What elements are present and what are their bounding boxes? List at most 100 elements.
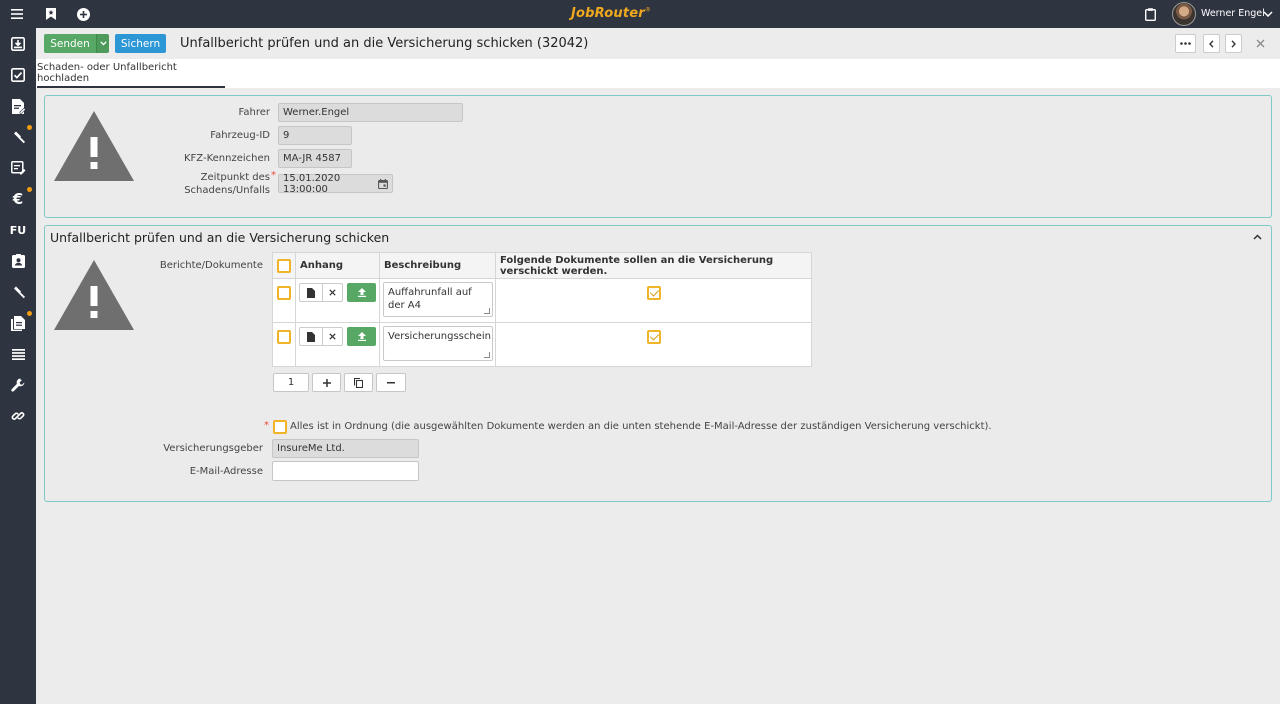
insurer-field[interactable]: InsureMe Ltd.: [272, 439, 419, 458]
driver-field[interactable]: Werner.Engel: [278, 103, 463, 122]
fu-label: FU: [9, 223, 27, 237]
sidebar: € FU: [0, 28, 36, 704]
table-row: Versicherungsschein: [272, 322, 812, 367]
save-button[interactable]: Sichern: [115, 34, 166, 53]
plus-icon: [322, 378, 331, 387]
documents-label: Berichte/Dokumente: [159, 260, 263, 271]
email-label: E-Mail-Adresse: [189, 466, 263, 477]
description-cell: Versicherungsschein: [379, 322, 496, 367]
remove-file-button[interactable]: [322, 327, 343, 346]
send-button[interactable]: Senden: [44, 34, 96, 53]
select-all-checkbox[interactable]: [277, 259, 291, 273]
row-checkbox[interactable]: [277, 330, 291, 344]
sidebar-item-inbox[interactable]: [0, 32, 36, 56]
table-row: Auffahrunfall auf der A4: [272, 278, 812, 323]
page-title: Unfallbericht prüfen und an die Versiche…: [180, 36, 589, 51]
sidebar-item-files[interactable]: [0, 311, 36, 335]
minus-icon: [387, 381, 395, 383]
license-plate-field[interactable]: MA-JR 4587: [278, 149, 352, 168]
add-row-button[interactable]: [312, 373, 341, 392]
calendar-icon[interactable]: [378, 179, 388, 189]
chevron-left-icon: [1209, 39, 1214, 48]
tab-upload-report[interactable]: Schaden- oder Unfallbericht hochladen: [37, 59, 225, 88]
sidebar-item-documents[interactable]: [0, 94, 36, 118]
sidebar-item-completed[interactable]: [0, 63, 36, 87]
file-icon: [307, 287, 315, 298]
upload-icon: [357, 332, 366, 341]
column-header-send: Folgende Dokumente sollen an die Versich…: [495, 252, 812, 279]
sidebar-item-list[interactable]: [0, 342, 36, 366]
hamburger-menu-icon[interactable]: [7, 4, 27, 24]
copy-row-button[interactable]: [344, 373, 373, 392]
vehicle-id-field[interactable]: 9: [278, 126, 352, 145]
warning-icon: [54, 111, 134, 181]
send-options-button[interactable]: [96, 34, 109, 53]
remove-file-button[interactable]: [322, 283, 343, 302]
send-cell: [495, 322, 812, 367]
remove-row-button[interactable]: [376, 373, 406, 392]
clipboard-icon[interactable]: [1140, 4, 1160, 24]
upload-icon: [357, 288, 366, 297]
email-field[interactable]: [272, 461, 419, 481]
tab-bar: Schaden- oder Unfallbericht hochladen: [36, 59, 1280, 88]
confirm-checkbox[interactable]: [273, 420, 287, 434]
description-textarea[interactable]: Versicherungsschein: [383, 326, 493, 361]
chevron-right-icon: [1231, 39, 1236, 48]
sidebar-item-tools[interactable]: [0, 125, 36, 149]
sidebar-item-fu[interactable]: FU: [0, 218, 36, 242]
previous-button[interactable]: [1203, 34, 1220, 53]
avatar[interactable]: [1172, 2, 1196, 26]
confirm-label[interactable]: Alles ist in Ordnung (die ausgewählten D…: [290, 421, 992, 432]
upload-button[interactable]: [347, 283, 376, 302]
attachment-cell: [295, 278, 380, 323]
ellipsis-icon: [1180, 42, 1191, 45]
upload-button[interactable]: [347, 327, 376, 346]
documents-copy-icon: [11, 315, 25, 331]
incident-time-value: 15.01.2020 13:00:00: [283, 172, 341, 195]
sidebar-item-forms[interactable]: [0, 156, 36, 180]
wrench-icon: [11, 378, 25, 392]
form-edit-icon: [10, 161, 25, 175]
bookmark-icon[interactable]: [41, 4, 61, 24]
close-button[interactable]: [1250, 33, 1270, 53]
jobrouter-logo: JobRouter®: [571, 6, 652, 21]
description-textarea[interactable]: Auffahrunfall auf der A4: [383, 282, 493, 317]
user-name[interactable]: Werner Engel: [1201, 8, 1265, 19]
row-select-cell: [272, 278, 296, 323]
license-plate-label: KFZ-Kennzeichen: [184, 153, 270, 164]
sidebar-item-links[interactable]: [0, 404, 36, 428]
copy-icon: [354, 377, 363, 388]
next-button[interactable]: [1225, 34, 1242, 53]
checkbox-done-icon: [11, 68, 25, 82]
view-file-button[interactable]: [299, 283, 323, 302]
add-circle-icon[interactable]: [73, 4, 93, 24]
incident-time-field[interactable]: 15.01.2020 13:00:00: [278, 172, 393, 195]
chevron-down-icon: [99, 41, 107, 46]
top-bar: JobRouter® Werner Engel: [0, 0, 1280, 28]
column-header-attachment: Anhang: [295, 252, 380, 279]
table-header-row: Anhang Beschreibung Folgende Dokumente s…: [272, 252, 812, 279]
row-select-cell: [272, 322, 296, 367]
collapse-chevron-up-icon[interactable]: [1253, 234, 1262, 240]
send-checkbox[interactable]: [647, 286, 661, 300]
column-header-description: Beschreibung: [379, 252, 496, 279]
section-title: Unfallbericht prüfen und an die Versiche…: [50, 230, 390, 245]
row-count-field[interactable]: 1: [273, 373, 309, 392]
hammer-icon: [13, 131, 25, 143]
sidebar-item-finance[interactable]: €: [0, 187, 36, 211]
chevron-down-icon[interactable]: [1258, 4, 1278, 24]
required-marker: *: [264, 420, 269, 431]
send-cell: [495, 278, 812, 323]
close-icon: [329, 289, 336, 296]
driver-label: Fahrer: [238, 107, 270, 118]
view-file-button[interactable]: [299, 327, 323, 346]
send-checkbox[interactable]: [647, 330, 661, 344]
row-checkbox[interactable]: [277, 286, 291, 300]
more-options-button[interactable]: [1175, 34, 1196, 53]
close-icon: [1256, 39, 1264, 47]
contact-card-icon: [11, 254, 25, 268]
sidebar-item-settings[interactable]: [0, 373, 36, 397]
document-edit-icon: [11, 98, 25, 114]
sidebar-item-tools-2[interactable]: [0, 280, 36, 304]
sidebar-item-contacts[interactable]: [0, 249, 36, 273]
